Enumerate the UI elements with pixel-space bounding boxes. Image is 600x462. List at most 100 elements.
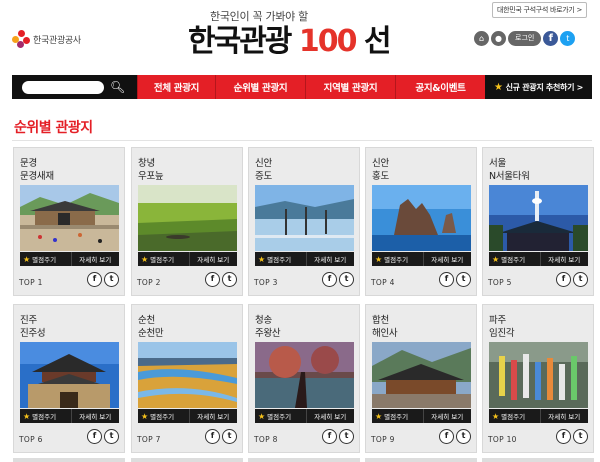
facebook-share-icon[interactable]: f <box>556 429 571 444</box>
card-actions: ★ 별점주기 자세히 보기 <box>489 409 588 423</box>
rate-button[interactable]: ★ 별점주기 <box>372 252 424 266</box>
attraction-card[interactable]: 신안 증도 ★ 별점주기 자세히 보기 TOP 3 f t <box>248 147 360 296</box>
rate-button[interactable]: ★ 별점주기 <box>138 409 190 423</box>
facebook-share-icon[interactable]: f <box>87 272 102 287</box>
detail-button[interactable]: 자세히 보기 <box>307 411 355 421</box>
card-rank: TOP 8 <box>254 435 278 444</box>
detail-button[interactable]: 자세히 보기 <box>190 254 238 264</box>
attraction-card[interactable]: 창녕 우포늪 ★ 별점주기 자세히 보기 TOP 2 f t <box>131 147 243 296</box>
facebook-share-icon[interactable]: f <box>556 272 571 287</box>
attraction-card[interactable]: 신안 홍도 ★ 별점주기 자세히 보기 TOP 4 f t <box>365 147 477 296</box>
facebook-share-icon[interactable]: f <box>322 272 337 287</box>
rate-button[interactable]: ★ 별점주기 <box>255 252 307 266</box>
nav-regional-attractions[interactable]: 지역별 관광지 <box>305 75 395 99</box>
next-row-card-edge <box>365 458 477 462</box>
twitter-share-icon[interactable]: t <box>104 429 119 444</box>
rate-button[interactable]: ★ 별점주기 <box>20 252 72 266</box>
twitter-share-icon[interactable]: t <box>222 272 237 287</box>
attraction-card[interactable]: 합천 해인사 ★ 별점주기 자세히 보기 TOP 9 f t <box>365 304 477 453</box>
card-actions: ★ 별점주기 자세히 보기 <box>138 252 237 266</box>
rate-label: 별점주기 <box>32 413 57 421</box>
kto-logo[interactable]: 한국관광공사 <box>12 30 81 48</box>
twitter-share-icon[interactable]: t <box>573 429 588 444</box>
card-share: f t <box>205 272 237 287</box>
facebook-share-icon[interactable]: f <box>322 429 337 444</box>
detail-button[interactable]: 자세히 보기 <box>72 411 120 421</box>
facebook-share-icon[interactable]: f <box>439 272 454 287</box>
card-actions: ★ 별점주기 자세히 보기 <box>372 252 471 266</box>
facebook-share-icon[interactable]: f <box>87 429 102 444</box>
card-actions: ★ 별점주기 자세히 보기 <box>255 409 354 423</box>
twitter-share-icon[interactable]: t <box>104 272 119 287</box>
attraction-card[interactable]: 진주 진주성 ★ 별점주기 자세히 보기 TOP 6 f t <box>13 304 125 453</box>
search-icon[interactable]: 🔍︎ <box>110 80 125 94</box>
rate-button[interactable]: ★ 별점주기 <box>255 409 307 423</box>
nav-all-attractions[interactable]: 전체 관광지 <box>137 75 215 99</box>
card-photo[interactable] <box>372 342 471 408</box>
twitter-icon[interactable]: t <box>560 31 576 46</box>
rate-button[interactable]: ★ 별점주기 <box>489 252 541 266</box>
detail-button[interactable]: 자세히 보기 <box>190 411 238 421</box>
home-icon[interactable]: ⌂ <box>474 31 489 46</box>
card-photo[interactable] <box>255 185 354 251</box>
card-photo[interactable] <box>138 185 237 251</box>
site-brand-logo[interactable]: 한국인이 꼭 가봐야 할 한국관광 100 선 <box>180 8 430 62</box>
attraction-card[interactable]: 서울 N서울타워 ★ 별점주기 자세히 보기 TOP 5 f t <box>482 147 594 296</box>
facebook-share-icon[interactable]: f <box>205 429 220 444</box>
detail-button[interactable]: 자세히 보기 <box>541 411 589 421</box>
card-rank: TOP 7 <box>137 435 161 444</box>
rate-button[interactable]: ★ 별점주기 <box>20 409 72 423</box>
card-photo[interactable] <box>138 342 237 408</box>
facebook-share-icon[interactable]: f <box>205 272 220 287</box>
facebook-share-icon[interactable]: f <box>439 429 454 444</box>
login-button[interactable]: 로그인 <box>508 31 542 46</box>
twitter-share-icon[interactable]: t <box>222 429 237 444</box>
detail-button[interactable]: 자세히 보기 <box>424 411 472 421</box>
star-icon: ★ <box>258 254 266 264</box>
detail-button[interactable]: 자세히 보기 <box>307 254 355 264</box>
twitter-share-icon[interactable]: t <box>573 272 588 287</box>
star-icon: ★ <box>492 411 500 421</box>
card-photo[interactable] <box>20 185 119 251</box>
attraction-card[interactable]: 파주 임진각 ★ 별점주기 자세히 보기 TOP 10 f t <box>482 304 594 453</box>
section-divider <box>12 140 592 141</box>
twitter-share-icon[interactable]: t <box>339 429 354 444</box>
next-row-card-edge <box>482 458 594 462</box>
recommend-attraction-link[interactable]: ★ 신규 관광지 추천하기 > <box>485 75 592 99</box>
rate-button[interactable]: ★ 별점주기 <box>489 409 541 423</box>
lock-icon[interactable]: ● <box>491 31 506 46</box>
card-name: 우포늪 <box>138 171 164 182</box>
card-photo[interactable] <box>489 342 588 408</box>
card-photo[interactable] <box>372 185 471 251</box>
attraction-card[interactable]: 문경 문경새재 ★ 별점주기 자세히 보기 TOP 1 f t <box>13 147 125 296</box>
card-region: 합천 <box>372 315 389 326</box>
nav-ranked-attractions[interactable]: 순위별 관광지 <box>215 75 305 99</box>
attraction-card[interactable]: 청송 주왕산 ★ 별점주기 자세히 보기 TOP 8 f t <box>248 304 360 453</box>
twitter-share-icon[interactable]: t <box>456 272 471 287</box>
card-name: 순천만 <box>138 328 164 339</box>
nav-notice-events[interactable]: 공지&이벤트 <box>395 75 485 99</box>
rate-label: 별점주기 <box>150 256 175 264</box>
star-icon: ★ <box>375 411 383 421</box>
detail-button[interactable]: 자세히 보기 <box>424 254 472 264</box>
twitter-share-icon[interactable]: t <box>339 272 354 287</box>
detail-button[interactable]: 자세히 보기 <box>541 254 589 264</box>
twitter-share-icon[interactable]: t <box>456 429 471 444</box>
facebook-icon[interactable]: f <box>543 31 559 46</box>
card-photo[interactable] <box>20 342 119 408</box>
card-actions: ★ 별점주기 자세히 보기 <box>20 409 119 423</box>
search-input[interactable] <box>22 80 104 94</box>
detail-button[interactable]: 자세히 보기 <box>72 254 120 264</box>
star-icon: ★ <box>23 254 31 264</box>
card-name: 증도 <box>255 171 272 182</box>
rate-label: 별점주기 <box>384 413 409 421</box>
star-icon: ★ <box>141 254 149 264</box>
card-region: 순천 <box>138 315 155 326</box>
card-region: 창녕 <box>138 158 155 169</box>
card-photo[interactable] <box>489 185 588 251</box>
attraction-card[interactable]: 순천 순천만 ★ 별점주기 자세히 보기 TOP 7 f t <box>131 304 243 453</box>
korea-travel-link[interactable]: 대한민국 구석구석 바로가기 > <box>492 2 587 18</box>
rate-button[interactable]: ★ 별점주기 <box>372 409 424 423</box>
rate-button[interactable]: ★ 별점주기 <box>138 252 190 266</box>
card-photo[interactable] <box>255 342 354 408</box>
